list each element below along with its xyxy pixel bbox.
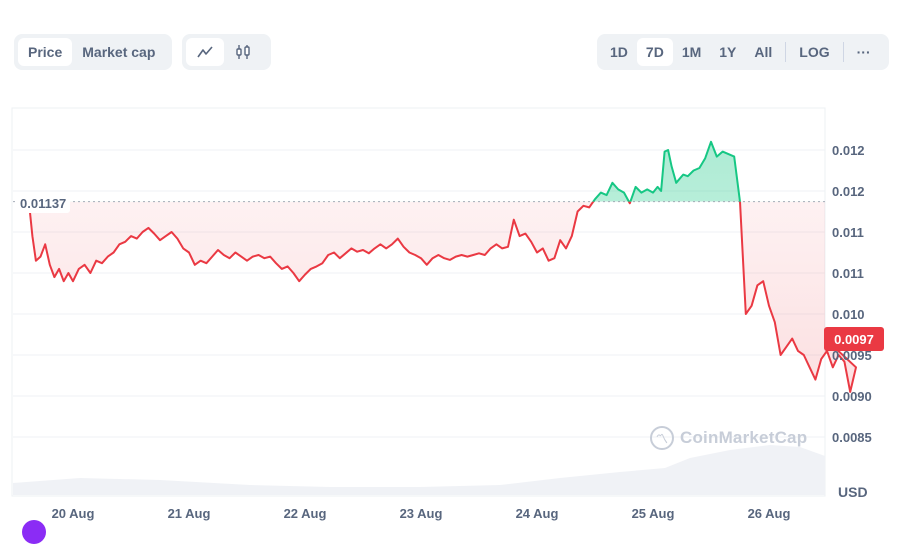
reference-price-label: 0.01137: [16, 194, 71, 213]
x-tick-label: 24 Aug: [516, 506, 559, 521]
coinmarketcap-watermark: 〽 CoinMarketCap: [650, 426, 807, 450]
y-tick-label: 0.012: [832, 184, 865, 199]
avatar[interactable]: [22, 520, 46, 544]
x-tick-label: 26 Aug: [748, 506, 791, 521]
currency-label: USD: [838, 484, 868, 500]
above-reference-area: [28, 141, 825, 202]
y-tick-label: 0.011: [832, 266, 864, 281]
coinmarketcap-logo-icon: 〽: [650, 426, 674, 450]
x-tick-label: 21 Aug: [168, 506, 211, 521]
x-tick-label: 23 Aug: [400, 506, 443, 521]
y-tick-label: 0.0090: [832, 389, 872, 404]
y-axis: 0.0120.0120.0110.0110.0100.00950.00900.0…: [832, 143, 872, 445]
current-price-badge: 0.0097: [824, 327, 884, 351]
x-axis: 20 Aug 21 Aug 22 Aug 23 Aug 24 Aug 25 Aug 26 A…: [52, 506, 791, 521]
y-tick-label: 0.011: [832, 225, 864, 240]
y-tick-label: 0.0085: [832, 430, 872, 445]
price-chart[interactable]: 0.0120.0120.0110.0110.0100.00950.00900.0…: [0, 0, 900, 530]
y-tick-label: 0.010: [832, 307, 865, 322]
volume-area: [13, 445, 825, 495]
x-tick-label: 25 Aug: [632, 506, 675, 521]
watermark-text: CoinMarketCap: [680, 428, 808, 447]
y-tick-label: 0.012: [832, 143, 865, 158]
x-tick-label: 20 Aug: [52, 506, 95, 521]
x-tick-label: 22 Aug: [284, 506, 327, 521]
